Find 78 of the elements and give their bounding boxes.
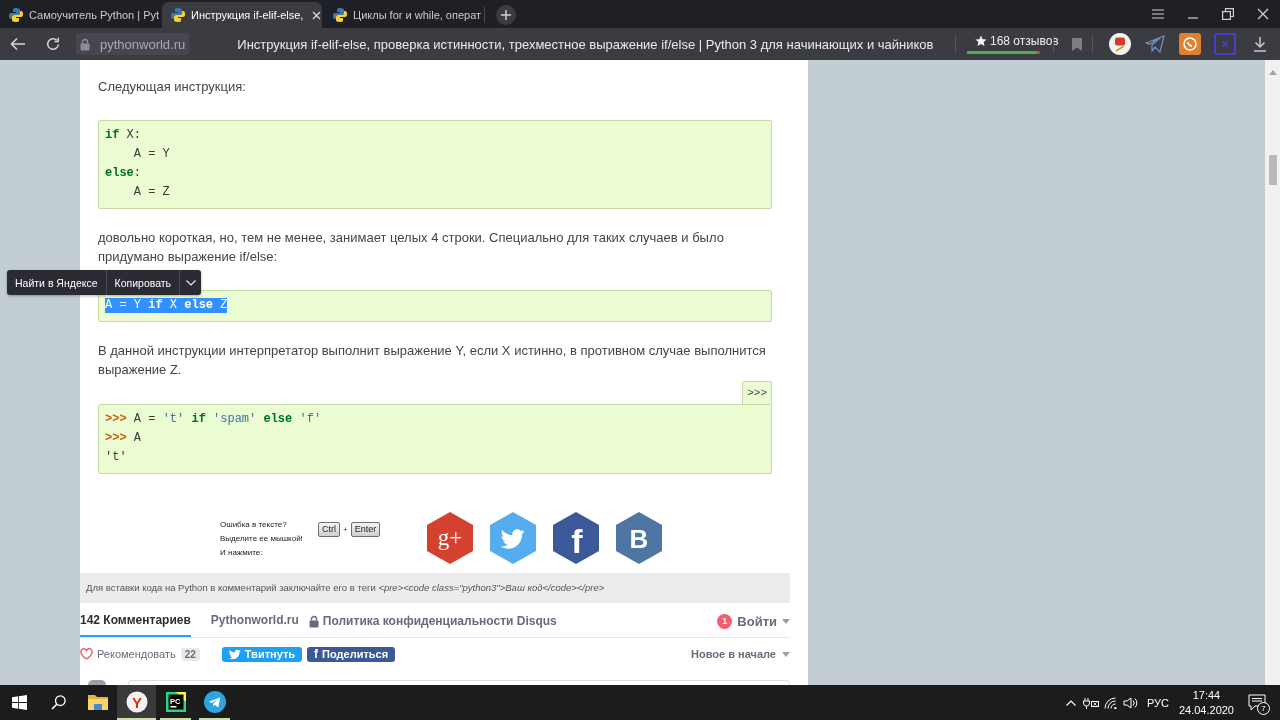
code-line: A = Z [132, 184, 170, 201]
code-line: 't' [105, 449, 127, 466]
paragraph-text: Следующая инструкция: [98, 78, 247, 96]
chevron-up-icon[interactable] [1065, 699, 1076, 706]
windows-logo-icon[interactable] [12, 695, 27, 710]
keyboard-key: Ctrl [318, 522, 340, 537]
prompt-toggle-button[interactable]: >>> [742, 381, 772, 404]
search-icon[interactable] [51, 695, 66, 710]
code-line: else: [105, 165, 141, 182]
clock-date[interactable]: 24.04.2020 [1178, 702, 1234, 718]
emblem-icon[interactable] [1109, 33, 1131, 55]
heart-icon [80, 648, 93, 660]
browser-tab[interactable]: Инструкция if-elif-else, [162, 2, 322, 28]
keyboard-key: Enter [350, 522, 381, 537]
paper-plane-icon[interactable] [1145, 35, 1165, 53]
site-icon [332, 7, 348, 23]
taskbar-button[interactable]: Y [117, 685, 156, 720]
scrollbar[interactable] [1265, 60, 1280, 685]
scrollbar-thumb[interactable] [1268, 155, 1277, 185]
login-button[interactable]: 1 Войти [717, 603, 790, 637]
notifications-icon[interactable] [1248, 694, 1266, 711]
notification-badge: 1 [717, 613, 733, 629]
avatar-icon [88, 680, 106, 685]
language-indicator[interactable]: РУС [1146, 696, 1169, 709]
chevron-down-icon[interactable] [185, 279, 196, 286]
back-arrow-icon[interactable] [10, 37, 26, 51]
wifi-icon[interactable] [1104, 696, 1118, 709]
code-line: A = Y [132, 146, 170, 163]
reload-icon[interactable] [46, 37, 60, 51]
sort-dropdown[interactable]: Новое в начале [691, 648, 790, 660]
code-line: if X: [105, 127, 141, 144]
circle-plane-icon [203, 690, 226, 713]
phone-chat-icon[interactable] [1179, 33, 1201, 55]
hint-text: Ошибка в тексте? [220, 519, 287, 531]
paragraph-text: довольно короткая, но, тем не менее, занимает целых 4 строки. Специально для таких случаев и было придумано выражение if/else: [98, 229, 725, 266]
browser-tab[interactable]: Самоучитель Python | Pyt [0, 2, 160, 28]
comments-tab[interactable]: 142 Комментариев [80, 603, 191, 637]
popup-menu-item[interactable]: Найти в Яндексе [7, 270, 106, 295]
hint-text: И нажмите: [220, 547, 263, 559]
folder-icon [86, 692, 109, 711]
site-icon [170, 7, 186, 23]
recommend-button[interactable]: Рекомендовать [80, 648, 176, 660]
privacy-link[interactable]: Политика конфиденциальности Disqus [308, 603, 557, 637]
comments-tab[interactable]: Pythonworld.ru [210, 603, 299, 637]
clock-time[interactable]: 17:44 [1192, 687, 1221, 703]
code-hint: Для вставки кода на Python в комментарий заключайте его в теги <pre><code class="python3">Ваш код</code></pre> [80, 573, 790, 603]
f-hexagon-icon[interactable]: f [553, 512, 600, 564]
share-button[interactable]: f Поделиться [307, 646, 396, 662]
restore-icon[interactable] [1221, 8, 1234, 20]
download-icon[interactable] [1253, 36, 1267, 52]
bookmark-icon[interactable] [1072, 37, 1082, 51]
code-line: >>> A [105, 430, 141, 447]
paragraph-text: В данной инструкции интерпретатор выполнит выражение Y, если X истинно, в противном случае выполнится выражение Z. [98, 342, 767, 379]
page-title: Инструкция if-elif-else, проверка истинности, трехместное выражение if/else | Python 3 для начинающих и чайников [237, 36, 934, 52]
popup-menu-item[interactable]: Копировать [106, 270, 180, 295]
bird-icon [228, 649, 241, 659]
plus-sign: + [343, 525, 348, 534]
menu-icon[interactable] [1151, 9, 1164, 19]
lock-icon [80, 37, 90, 51]
code-line: >>> A = 't' if 'spam' else 'f' [105, 411, 322, 428]
gplus-hexagon-icon[interactable]: g+ [427, 512, 474, 564]
recommend-count: 22 [180, 647, 200, 661]
speaker-icon[interactable] [1123, 695, 1139, 710]
new-tab-button[interactable] [496, 5, 516, 25]
lock-icon [308, 614, 319, 628]
caret-icon [782, 618, 790, 624]
b-hexagon-icon[interactable]: B [616, 512, 663, 564]
close-icon[interactable] [1256, 8, 1269, 20]
url-field[interactable]: pythonworld.ru [76, 33, 190, 55]
notification-count: 7 [1257, 702, 1270, 715]
star-icon [975, 35, 987, 47]
power-plug-icon[interactable] [1082, 696, 1100, 709]
caret-icon [782, 651, 790, 657]
close-icon[interactable] [312, 10, 322, 20]
hint-text: Выделите ее мышкой! [220, 533, 303, 545]
site-icon [8, 7, 24, 23]
browser-logo-icon: Y [125, 690, 148, 713]
browser-tab[interactable]: Циклы for и while, операт [324, 2, 484, 28]
